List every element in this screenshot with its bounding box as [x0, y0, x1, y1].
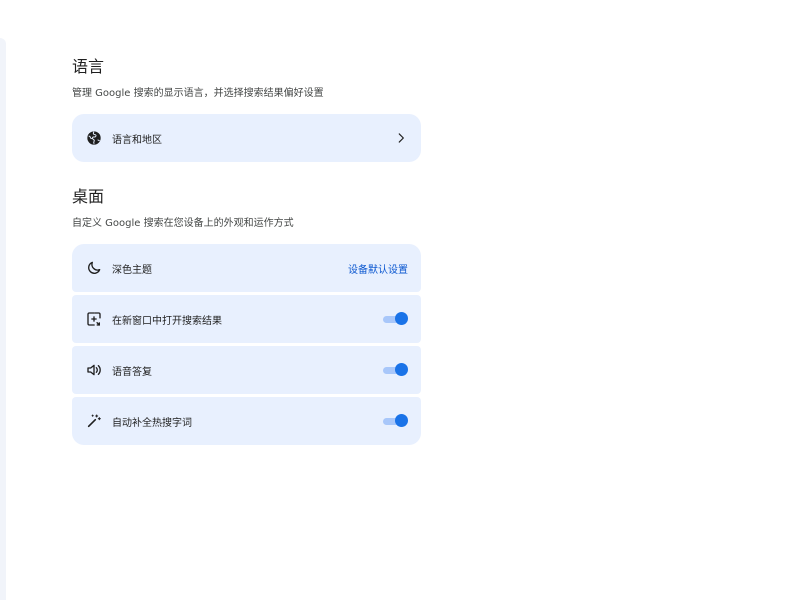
dark-theme-row[interactable]: 深色主题 设备默认设置: [72, 244, 421, 292]
autocomplete-trending-label: 自动补全热搜字词: [112, 417, 192, 429]
speaker-icon: [86, 362, 102, 378]
voice-answer-toggle[interactable]: [382, 363, 408, 377]
autocomplete-trending-toggle[interactable]: [382, 414, 408, 428]
language-card: 语言和地区: [72, 114, 421, 162]
moon-icon: [86, 260, 102, 276]
chevron-right-icon: [394, 131, 408, 145]
open-in-new-window-icon: [86, 311, 102, 327]
magic-wand-icon: [86, 413, 102, 429]
dark-theme-label: 深色主题: [112, 264, 152, 276]
open-results-new-window-toggle[interactable]: [382, 312, 408, 326]
language-section-description: 管理 Google 搜索的显示语言，并选择搜索结果偏好设置: [72, 88, 324, 99]
desktop-card: 深色主题 设备默认设置 在新窗口中打开搜索结果 语音答复 自动补全热搜字词: [72, 244, 421, 445]
autocomplete-trending-row[interactable]: 自动补全热搜字词: [72, 397, 421, 445]
desktop-section-description: 自定义 Google 搜索在您设备上的外观和运作方式: [72, 218, 294, 229]
left-panel-edge: [0, 38, 6, 600]
voice-answer-row[interactable]: 语音答复: [72, 346, 421, 394]
settings-page: 语言 管理 Google 搜索的显示语言，并选择搜索结果偏好设置 语言和地区 桌…: [0, 0, 800, 600]
dark-theme-value[interactable]: 设备默认设置: [348, 261, 408, 276]
globe-icon: [86, 130, 102, 146]
language-and-region-row[interactable]: 语言和地区: [72, 114, 421, 162]
voice-answer-label: 语音答复: [112, 366, 152, 378]
open-results-new-window-row[interactable]: 在新窗口中打开搜索结果: [72, 295, 421, 343]
language-and-region-label: 语言和地区: [112, 134, 162, 146]
language-section-title: 语言: [72, 57, 105, 76]
desktop-section-title: 桌面: [72, 187, 105, 206]
open-results-new-window-label: 在新窗口中打开搜索结果: [112, 315, 222, 327]
